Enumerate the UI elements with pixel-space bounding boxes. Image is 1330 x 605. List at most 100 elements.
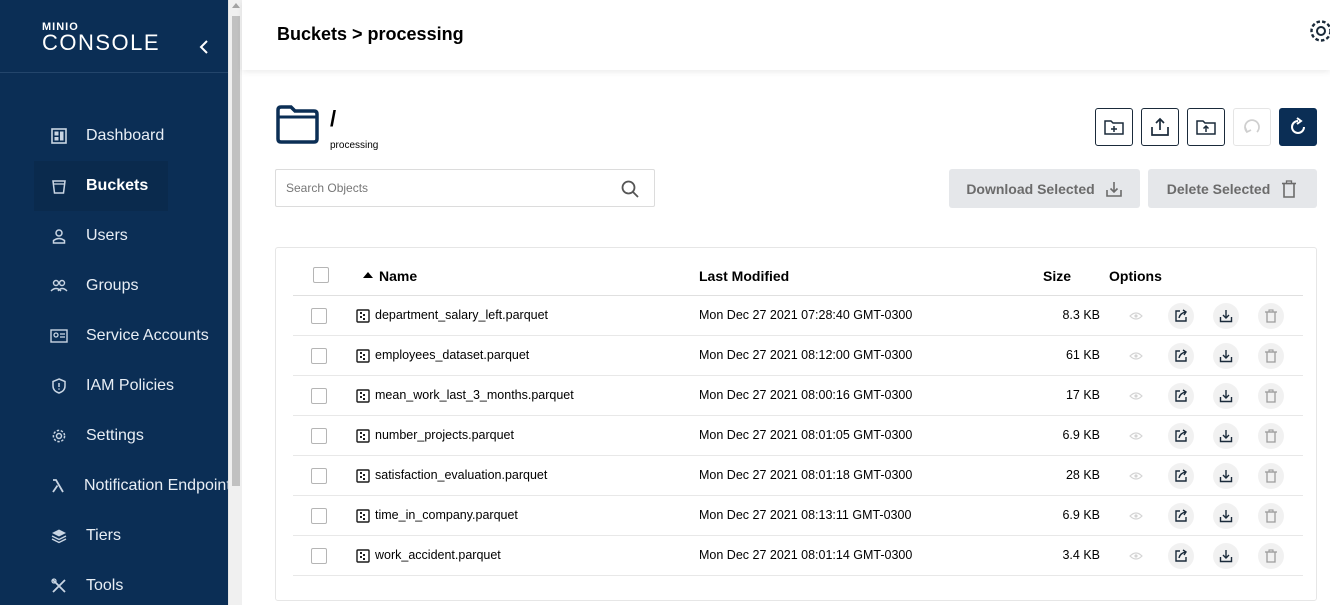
download-button[interactable] [1213, 503, 1239, 529]
row-checkbox[interactable] [311, 468, 327, 484]
preview-button[interactable] [1123, 423, 1149, 449]
column-name-header[interactable]: Name [379, 268, 417, 284]
delete-button[interactable] [1258, 383, 1284, 409]
row-checkbox[interactable] [311, 548, 327, 564]
download-selected-button[interactable]: Download Selected [949, 169, 1140, 208]
file-name[interactable]: department_salary_left.parquet [375, 308, 548, 322]
refresh-button[interactable] [1279, 108, 1317, 146]
table-row[interactable]: time_in_company.parquet Mon Dec 27 2021 … [293, 496, 1303, 536]
file-size: 61 KB [1065, 348, 1100, 362]
share-button[interactable] [1168, 303, 1194, 329]
sidebar-item-tools[interactable]: Tools [34, 561, 228, 605]
delete-button[interactable] [1258, 463, 1284, 489]
table-row[interactable]: number_projects.parquet Mon Dec 27 2021 … [293, 416, 1303, 456]
table-row[interactable]: satisfaction_evaluation.parquet Mon Dec … [293, 456, 1303, 496]
file-size: 28 KB [1065, 468, 1100, 482]
row-checkbox[interactable] [311, 308, 327, 324]
sidebar-item-iam-policies[interactable]: IAM Policies [34, 361, 228, 411]
file-name[interactable]: employees_dataset.parquet [375, 348, 529, 362]
download-icon [1219, 510, 1233, 523]
download-icon [1219, 550, 1233, 563]
sidebar-scrollbar[interactable] [228, 0, 242, 605]
file-icon [356, 509, 370, 523]
row-checkbox[interactable] [311, 388, 327, 404]
last-modified: Mon Dec 27 2021 08:13:11 GMT-0300 [699, 508, 912, 522]
search-box [275, 169, 655, 207]
sidebar-item-users[interactable]: Users [34, 211, 228, 261]
search-icon[interactable] [620, 179, 640, 199]
download-icon [1219, 470, 1233, 483]
download-button[interactable] [1213, 303, 1239, 329]
table-body: department_salary_left.parquet Mon Dec 2… [293, 296, 1303, 576]
delete-button[interactable] [1258, 423, 1284, 449]
download-button[interactable] [1213, 343, 1239, 369]
sidebar-item-tiers[interactable]: Tiers [34, 511, 228, 561]
groups-icon [50, 277, 68, 295]
table-row[interactable]: work_accident.parquet Mon Dec 27 2021 08… [293, 536, 1303, 576]
file-name[interactable]: time_in_company.parquet [375, 508, 518, 522]
gear-icon [1310, 20, 1330, 42]
row-checkbox[interactable] [311, 428, 327, 444]
sidebar-item-label: Settings [86, 427, 144, 444]
sidebar-item-notification-endpoints[interactable]: Notification Endpoints [34, 461, 228, 511]
share-icon [1175, 549, 1187, 562]
preview-button[interactable] [1123, 543, 1149, 569]
upload-file-button[interactable] [1141, 108, 1179, 146]
file-name[interactable]: satisfaction_evaluation.parquet [375, 468, 547, 482]
file-size: 3.4 KB [1062, 548, 1100, 562]
delete-button[interactable] [1258, 343, 1284, 369]
row-checkbox[interactable] [311, 348, 327, 364]
file-name[interactable]: number_projects.parquet [375, 428, 514, 442]
sidebar-item-groups[interactable]: Groups [34, 261, 228, 311]
settings-button[interactable] [1308, 16, 1330, 46]
search-input[interactable] [286, 178, 606, 198]
column-size-header[interactable]: Size [1043, 268, 1071, 284]
share-button[interactable] [1168, 343, 1194, 369]
scrollbar-thumb[interactable] [232, 16, 240, 486]
column-modified-header[interactable]: Last Modified [699, 268, 789, 284]
select-all-checkbox[interactable] [313, 267, 329, 283]
row-checkbox[interactable] [311, 508, 327, 524]
preview-button[interactable] [1123, 463, 1149, 489]
sidebar-item-service-accounts[interactable]: Service Accounts [34, 311, 228, 361]
delete-selected-button[interactable]: Delete Selected [1148, 169, 1317, 208]
delete-button[interactable] [1258, 503, 1284, 529]
file-name[interactable]: work_accident.parquet [375, 548, 501, 562]
sidebar-item-dashboard[interactable]: Dashboard [34, 111, 228, 161]
collapse-sidebar-button[interactable] [196, 37, 212, 57]
download-button[interactable] [1213, 423, 1239, 449]
preview-button[interactable] [1123, 303, 1149, 329]
share-icon [1175, 389, 1187, 402]
file-icon [356, 389, 370, 403]
scroll-up-arrow-icon[interactable] [232, 3, 240, 8]
sidebar-nav: Dashboard Buckets Users Groups Service A… [34, 111, 228, 605]
trash-icon [1265, 429, 1277, 443]
share-button[interactable] [1168, 543, 1194, 569]
upload-folder-button[interactable] [1187, 108, 1225, 146]
download-icon [1219, 350, 1233, 363]
download-button[interactable] [1213, 383, 1239, 409]
eye-icon [1129, 512, 1143, 520]
share-button[interactable] [1168, 383, 1194, 409]
create-folder-button[interactable] [1095, 108, 1133, 146]
file-size: 6.9 KB [1062, 428, 1100, 442]
delete-button[interactable] [1258, 303, 1284, 329]
rewind-button[interactable] [1233, 108, 1271, 146]
share-icon [1175, 509, 1187, 522]
download-button[interactable] [1213, 543, 1239, 569]
sidebar-item-settings[interactable]: Settings [34, 411, 228, 461]
share-button[interactable] [1168, 503, 1194, 529]
table-row[interactable]: employees_dataset.parquet Mon Dec 27 202… [293, 336, 1303, 376]
delete-button[interactable] [1258, 543, 1284, 569]
preview-button[interactable] [1123, 383, 1149, 409]
share-button[interactable] [1168, 423, 1194, 449]
table-row[interactable]: department_salary_left.parquet Mon Dec 2… [293, 296, 1303, 336]
share-button[interactable] [1168, 463, 1194, 489]
file-name[interactable]: mean_work_last_3_months.parquet [375, 388, 574, 402]
download-button[interactable] [1213, 463, 1239, 489]
sort-ascending-icon[interactable] [363, 272, 373, 278]
preview-button[interactable] [1123, 503, 1149, 529]
preview-button[interactable] [1123, 343, 1149, 369]
table-row[interactable]: mean_work_last_3_months.parquet Mon Dec … [293, 376, 1303, 416]
sidebar-item-buckets[interactable]: Buckets [34, 161, 168, 211]
